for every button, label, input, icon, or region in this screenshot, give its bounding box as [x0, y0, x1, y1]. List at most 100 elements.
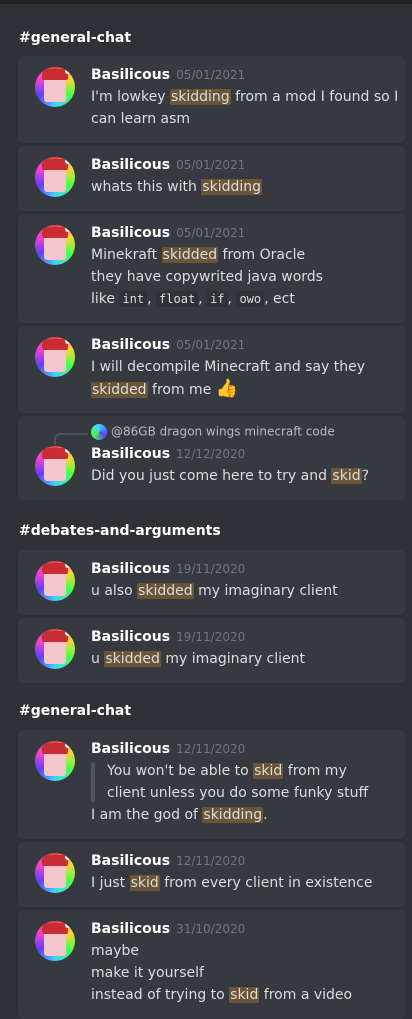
message-text: I just	[91, 875, 130, 891]
scrollbar[interactable]	[408, 4, 412, 1013]
message-line: make it yourself	[91, 962, 204, 984]
reply-avatar	[91, 424, 107, 440]
avatar[interactable]	[35, 225, 75, 265]
avatar[interactable]	[35, 921, 75, 961]
reply-connector	[54, 433, 88, 445]
message-text: like	[91, 291, 120, 307]
quote-line: client unless you do some funky stuff	[107, 782, 368, 804]
avatar[interactable]	[35, 853, 75, 893]
inline-code: float	[156, 291, 199, 307]
search-result-message[interactable]: Basilicous 05/01/2021 Minekraft skidded fr…	[18, 214, 405, 323]
message-line: whats this with skidding	[91, 176, 263, 198]
message-line: I just skid from every client in existen…	[91, 872, 373, 894]
quote-line: You won't be able to skid from my	[107, 760, 347, 782]
message-text: can learn asm	[91, 111, 191, 127]
message-header: Basilicous 05/01/2021	[91, 337, 245, 353]
reply-preview[interactable]: @86GB dragon wings minecraft code	[91, 424, 335, 440]
channel-header[interactable]: #general-chat	[19, 703, 131, 719]
message-text: .	[263, 807, 268, 823]
timestamp: 12/11/2020	[176, 854, 246, 868]
search-result-message[interactable]: Basilicous 12/11/2020 You won't be able to…	[18, 730, 405, 839]
message-header: Basilicous 05/01/2021	[91, 225, 245, 241]
search-result-message[interactable]: Basilicous 12/11/2020 I just skid from eve…	[18, 842, 405, 907]
thumbs-up-emoji-icon: 👍	[215, 378, 239, 399]
search-result-message[interactable]: Basilicous 19/11/2020 u also skidded my im…	[18, 550, 405, 615]
avatar[interactable]	[35, 629, 75, 669]
search-result-message[interactable]: Basilicous 31/10/2020 maybe make it yoursel…	[18, 910, 405, 1019]
message-text: from every client in existence	[159, 875, 373, 891]
timestamp: 19/11/2020	[176, 562, 246, 576]
author-name[interactable]: Basilicous	[91, 921, 170, 937]
search-result-message[interactable]: Basilicous 05/01/2021 I will decompile Min…	[18, 326, 405, 413]
search-result-message[interactable]: @86GB dragon wings minecraft code Basilic…	[18, 416, 405, 500]
author-name[interactable]: Basilicous	[91, 741, 170, 757]
message-text: I am the god of	[91, 807, 203, 823]
message-header: Basilicous 12/11/2020	[91, 741, 245, 757]
highlighted-match: skid	[331, 468, 362, 484]
message-line: I will decompile Minecraft and say they	[91, 356, 365, 378]
timestamp: 05/01/2021	[176, 338, 246, 352]
highlighted-match: skidding	[169, 89, 231, 105]
timestamp: 31/10/2020	[176, 922, 246, 936]
message-text: from Oracle	[218, 247, 306, 263]
channel-header[interactable]: #debates-and-arguments	[19, 523, 221, 539]
author-name[interactable]: Basilicous	[91, 225, 170, 241]
avatar[interactable]	[35, 446, 75, 486]
message-header: Basilicous 19/11/2020	[91, 561, 245, 577]
message-text: u also	[91, 583, 138, 599]
message-text: my imaginary client	[193, 583, 338, 599]
highlighted-match: skidded	[161, 247, 219, 263]
message-line: can learn asm	[91, 108, 190, 130]
message-text: from my	[283, 763, 347, 779]
message-line: Minekraft skidded from Oracle	[91, 244, 305, 266]
message-line: u also skidded my imaginary client	[91, 580, 338, 602]
author-name[interactable]: Basilicous	[91, 337, 170, 353]
timestamp: 05/01/2021	[176, 158, 246, 172]
author-name[interactable]: Basilicous	[91, 629, 170, 645]
message-text: whats this with	[91, 179, 202, 195]
message-text: my imaginary client	[160, 651, 306, 667]
message-text: make it yourself	[91, 965, 204, 981]
author-name[interactable]: Basilicous	[91, 853, 170, 869]
message-text: instead of trying to	[91, 987, 230, 1003]
search-result-message[interactable]: Basilicous 05/01/2021 I'm lowkey skidding …	[18, 56, 405, 143]
message-line: I'm lowkey skidding from a mod I found s…	[91, 86, 398, 108]
highlighted-match: skid	[129, 875, 160, 891]
avatar[interactable]	[35, 561, 75, 601]
message-text: I'm lowkey	[91, 89, 170, 105]
avatar[interactable]	[35, 157, 75, 197]
message-text: from me	[147, 382, 216, 398]
avatar[interactable]	[35, 67, 75, 107]
message-text: ?	[361, 468, 370, 484]
author-name[interactable]: Basilicous	[91, 561, 170, 577]
reply-text: @86GB dragon wings minecraft code	[111, 424, 335, 439]
avatar[interactable]	[35, 337, 75, 377]
message-text: u	[91, 651, 105, 667]
author-name[interactable]: Basilicous	[91, 157, 170, 173]
highlighted-match: skidded	[91, 382, 148, 398]
message-text: You won't be able to	[107, 763, 254, 779]
timestamp: 05/01/2021	[176, 68, 246, 82]
message-header: Basilicous 12/12/2020	[91, 446, 245, 462]
timestamp: 12/11/2020	[176, 742, 246, 756]
timestamp: 12/12/2020	[176, 447, 246, 461]
message-text: ,	[198, 291, 208, 307]
message-header: Basilicous 05/01/2021	[91, 67, 245, 83]
message-line: instead of trying to skid from a video	[91, 984, 352, 1006]
author-name[interactable]: Basilicous	[91, 67, 170, 83]
message-text: I will decompile Minecraft and say they	[91, 359, 366, 375]
highlighted-match: skidded	[137, 583, 194, 599]
timestamp: 05/01/2021	[176, 226, 246, 240]
channel-header[interactable]: #general-chat	[19, 30, 131, 46]
avatar[interactable]	[35, 741, 75, 781]
search-result-message[interactable]: Basilicous 19/11/2020 u skidded my imagina…	[18, 618, 405, 683]
highlighted-match: skidded	[104, 651, 161, 667]
inline-code: int	[119, 291, 148, 307]
message-header: Basilicous 19/11/2020	[91, 629, 245, 645]
highlighted-match: skid	[253, 763, 284, 779]
search-result-message[interactable]: Basilicous 05/01/2021 whats this with skid…	[18, 146, 405, 211]
message-text: Did you just come here to try and	[91, 468, 332, 484]
message-line: I am the god of skidding.	[91, 804, 268, 826]
author-name[interactable]: Basilicous	[91, 446, 170, 462]
message-text: ,	[147, 291, 157, 307]
